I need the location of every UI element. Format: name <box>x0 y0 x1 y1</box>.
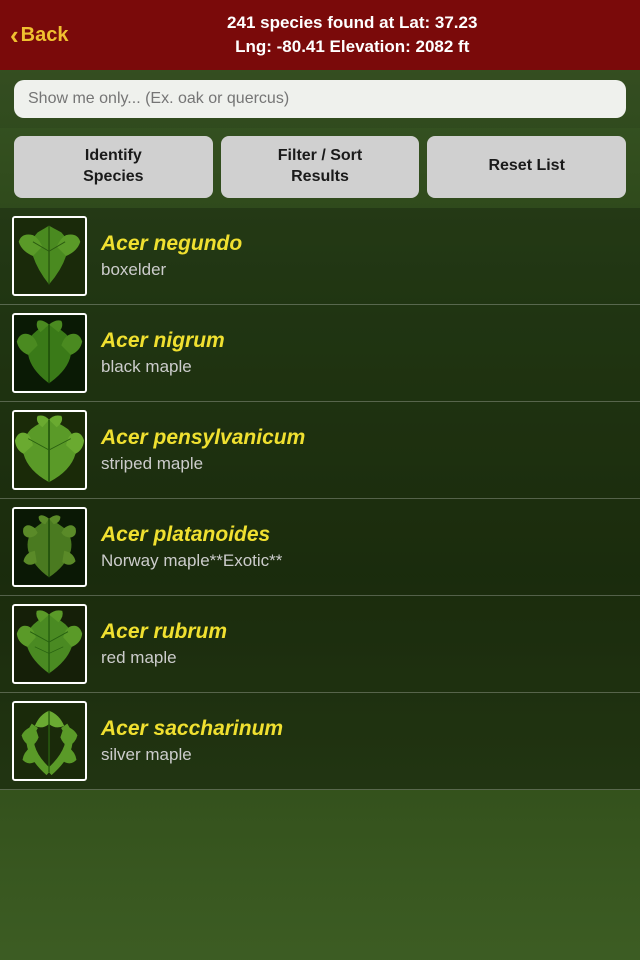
species-scientific-name: Acer rubrum <box>101 619 628 644</box>
species-thumbnail <box>12 701 87 781</box>
search-input[interactable] <box>14 80 626 118</box>
species-info: Acer pensylvanicum striped maple <box>101 425 628 474</box>
species-common-name: black maple <box>101 357 628 377</box>
back-label: Back <box>21 24 69 47</box>
header: ‹ Back 241 species found at Lat: 37.23 L… <box>0 0 640 70</box>
list-item[interactable]: Acer pensylvanicum striped maple <box>0 402 640 499</box>
species-scientific-name: Acer platanoides <box>101 522 628 547</box>
species-common-name: striped maple <box>101 454 628 474</box>
species-info: Acer platanoides Norway maple**Exotic** <box>101 522 628 571</box>
species-thumbnail <box>12 507 87 587</box>
reset-list-button[interactable]: Reset List <box>427 136 626 198</box>
species-list: Acer negundo boxelder Acer nigrum black … <box>0 208 640 790</box>
species-info: Acer rubrum red maple <box>101 619 628 668</box>
search-container <box>0 70 640 128</box>
list-item[interactable]: Acer saccharinum silver maple <box>0 693 640 790</box>
back-chevron-icon: ‹ <box>10 22 19 48</box>
species-scientific-name: Acer saccharinum <box>101 716 628 741</box>
species-common-name: boxelder <box>101 260 628 280</box>
species-thumbnail <box>12 216 87 296</box>
list-item[interactable]: Acer negundo boxelder <box>0 208 640 305</box>
species-thumbnail <box>12 313 87 393</box>
header-title-line1: 241 species found at Lat: 37.23 <box>227 13 477 32</box>
filter-sort-button[interactable]: Filter / SortResults <box>221 136 420 198</box>
species-info: Acer nigrum black maple <box>101 328 628 377</box>
back-button[interactable]: ‹ Back <box>10 22 68 48</box>
species-scientific-name: Acer nigrum <box>101 328 628 353</box>
species-info: Acer saccharinum silver maple <box>101 716 628 765</box>
buttons-row: IdentifySpecies Filter / SortResults Res… <box>0 128 640 208</box>
species-info: Acer negundo boxelder <box>101 231 628 280</box>
identify-species-button[interactable]: IdentifySpecies <box>14 136 213 198</box>
species-common-name: silver maple <box>101 745 628 765</box>
species-thumbnail <box>12 410 87 490</box>
species-scientific-name: Acer negundo <box>101 231 628 256</box>
list-item[interactable]: Acer rubrum red maple <box>0 596 640 693</box>
species-thumbnail <box>12 604 87 684</box>
species-scientific-name: Acer pensylvanicum <box>101 425 628 450</box>
list-item[interactable]: Acer platanoides Norway maple**Exotic** <box>0 499 640 596</box>
list-item[interactable]: Acer nigrum black maple <box>0 305 640 402</box>
header-title-line2: Lng: -80.41 Elevation: 2082 ft <box>235 37 469 56</box>
species-common-name: red maple <box>101 648 628 668</box>
species-common-name: Norway maple**Exotic** <box>101 551 628 571</box>
header-title: 241 species found at Lat: 37.23 Lng: -80… <box>80 11 624 59</box>
